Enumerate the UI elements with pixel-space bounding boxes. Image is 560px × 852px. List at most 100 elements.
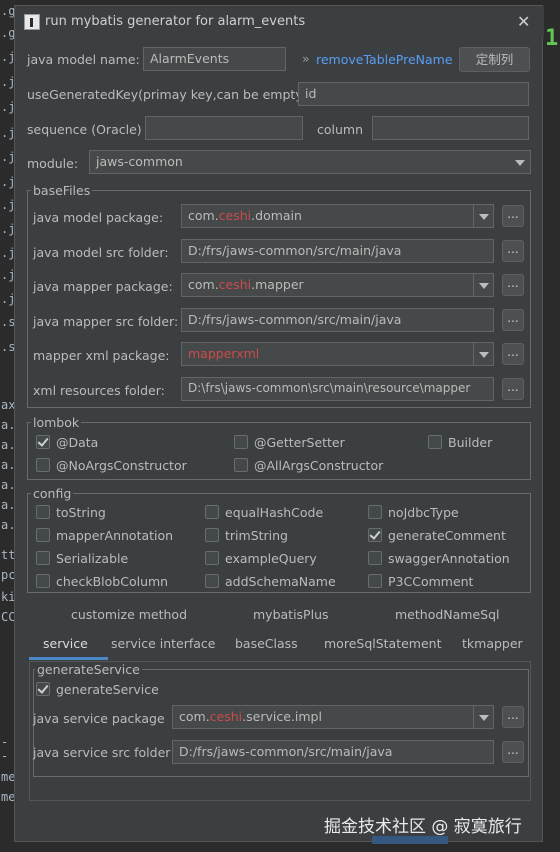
getter-setter-label: @GetterSetter: [254, 435, 345, 450]
no-args-label: @NoArgsConstructor: [56, 458, 187, 473]
chevron-down-icon[interactable]: [473, 274, 493, 296]
browse-xml-package-button[interactable]: ...: [502, 343, 524, 365]
generate-service-checkbox[interactable]: [36, 682, 50, 696]
config-label-equalhashcode: equalHashCode: [225, 505, 324, 520]
pkg-prefix: com.: [188, 277, 219, 292]
config-label-p3ccomment: P3CComment: [388, 574, 474, 589]
browse-mapper-package-button[interactable]: ...: [502, 274, 524, 296]
config-checkbox-trimstring[interactable]: [205, 528, 219, 542]
tab-service[interactable]: service: [43, 636, 88, 651]
module-label: module:: [27, 156, 79, 171]
use-generated-key-label: useGeneratedKey(primay key,can be empty)…: [27, 87, 312, 102]
config-checkbox-mapperannotation[interactable]: [36, 528, 50, 542]
pkg-highlight: ceshi: [209, 709, 243, 724]
tab-base-class[interactable]: baseClass: [235, 636, 298, 651]
column-label: column: [317, 122, 364, 137]
tab-selected-indicator: [29, 657, 108, 660]
xml-package-value: mapperxml: [188, 346, 260, 361]
model-package-select[interactable]: com.ceshi.domain: [181, 204, 494, 228]
ok-button-partial[interactable]: [372, 836, 448, 844]
service-package-label: java service package: [33, 711, 165, 726]
mapper-package-select[interactable]: com.ceshi.mapper: [181, 273, 494, 297]
config-label-mapperannotation: mapperAnnotation: [56, 528, 174, 543]
generate-service-label: generateService: [56, 682, 159, 697]
config-label-addschemaname: addSchemaName: [225, 574, 336, 589]
config-label-checkblobcolumn: checkBlobColumn: [56, 574, 169, 589]
xml-folder-label: xml resources folder:: [33, 383, 165, 398]
config-checkbox-checkblobcolumn[interactable]: [36, 574, 50, 588]
all-args-checkbox[interactable]: [234, 458, 248, 472]
basefiles-title: baseFiles: [31, 183, 93, 198]
service-src-input[interactable]: D:/frs/jaws-common/src/main/java: [172, 740, 494, 764]
use-generated-key-input[interactable]: id: [298, 82, 529, 106]
service-package-select[interactable]: com.ceshi.service.impl: [172, 705, 494, 729]
config-checkbox-generatecomment[interactable]: [368, 528, 382, 542]
pkg-highlight: ceshi: [218, 277, 252, 292]
dialog-title: run mybatis generator for alarm_events: [45, 14, 306, 29]
sequence-label: sequence (Oracle): [27, 122, 142, 137]
java-model-name-label: java model name:: [27, 52, 140, 67]
builder-checkbox[interactable]: [428, 435, 442, 449]
lombok-title: lombok: [31, 415, 82, 430]
module-select[interactable]: jaws-common: [89, 150, 531, 174]
config-checkbox-swaggerannotation[interactable]: [368, 551, 382, 565]
getter-setter-checkbox[interactable]: [234, 435, 248, 449]
config-label-swaggerannotation: swaggerAnnotation: [388, 551, 510, 566]
tab-more-sql-statement[interactable]: moreSqlStatement: [324, 636, 442, 651]
model-src-input[interactable]: D:/frs/jaws-common/src/main/java: [181, 239, 494, 263]
column-input[interactable]: [372, 116, 529, 140]
chevron-down-icon[interactable]: [510, 151, 530, 173]
config-checkbox-serializable[interactable]: [36, 551, 50, 565]
chevron-down-icon[interactable]: [473, 706, 493, 728]
remove-table-pre-name-link[interactable]: removeTablePreName: [316, 52, 453, 67]
tab-tkmapper[interactable]: tkmapper: [462, 636, 523, 651]
browse-model-package-button[interactable]: ...: [502, 205, 524, 227]
config-checkbox-p3ccomment[interactable]: [368, 574, 382, 588]
custom-column-button[interactable]: 定制列: [459, 47, 530, 72]
browse-mapper-src-button[interactable]: ...: [502, 309, 524, 331]
data-checkbox[interactable]: [36, 435, 50, 449]
sequence-input[interactable]: [145, 116, 303, 140]
browse-service-package-button[interactable]: ...: [502, 706, 524, 728]
config-checkbox-addschemaname[interactable]: [205, 574, 219, 588]
line-number-fragment: 1: [545, 26, 559, 51]
pkg-suffix: .mapper: [251, 277, 304, 292]
gutter-fragment: --: [1, 735, 9, 763]
chevron-down-icon[interactable]: [473, 343, 493, 365]
data-label: @Data: [56, 435, 99, 450]
close-icon[interactable]: ✕: [517, 12, 530, 31]
browse-model-src-button[interactable]: ...: [502, 240, 524, 262]
module-value: jaws-common: [96, 154, 183, 169]
config-label-serializable: Serializable: [56, 551, 129, 566]
pkg-highlight: ceshi: [218, 208, 252, 223]
xml-package-select[interactable]: mapperxml: [181, 342, 494, 366]
mapper-src-input[interactable]: D:/frs/jaws-common/src/main/java: [181, 308, 494, 332]
generate-service-title: generateService: [35, 662, 142, 677]
xml-folder-input[interactable]: D:\frs\jaws-common\src\main\resource\map…: [181, 377, 494, 401]
config-title: config: [31, 486, 74, 501]
browse-service-src-button[interactable]: ...: [502, 741, 524, 763]
tab-customize-method[interactable]: customize method: [71, 607, 187, 622]
config-label-generatecomment: generateComment: [388, 528, 506, 543]
java-model-name-input[interactable]: AlarmEvents: [143, 47, 286, 71]
editor-gutter: .g .g .j .j .j .j .j .j .j .j .j .j .j .s .s ax a. a. a. a.…: [0, 0, 15, 852]
config-checkbox-equalhashcode[interactable]: [205, 505, 219, 519]
all-args-label: @AllArgsConstructor: [254, 458, 384, 473]
tab-method-name-sql[interactable]: methodNameSql: [395, 607, 500, 622]
no-args-checkbox[interactable]: [36, 458, 50, 472]
config-label-tostring: toString: [56, 505, 106, 520]
tab-service-interface[interactable]: service interface: [111, 636, 216, 651]
generator-dialog: run mybatis generator for alarm_events ✕…: [14, 5, 544, 842]
model-src-label: java model src folder:: [33, 245, 169, 260]
chevron-down-icon[interactable]: [473, 205, 493, 227]
config-checkbox-examplequery[interactable]: [205, 551, 219, 565]
config-checkbox-nojdbctype[interactable]: [368, 505, 382, 519]
pkg-suffix: .domain: [251, 208, 302, 223]
config-label-examplequery: exampleQuery: [225, 551, 317, 566]
pkg-prefix: com.: [179, 709, 210, 724]
tab-mybatis-plus[interactable]: mybatisPlus: [253, 607, 329, 622]
browse-xml-folder-button[interactable]: ...: [502, 378, 524, 400]
title-bar: run mybatis generator for alarm_events ✕: [15, 6, 544, 38]
double-arrow-icon: »: [302, 51, 310, 66]
config-checkbox-tostring[interactable]: [36, 505, 50, 519]
